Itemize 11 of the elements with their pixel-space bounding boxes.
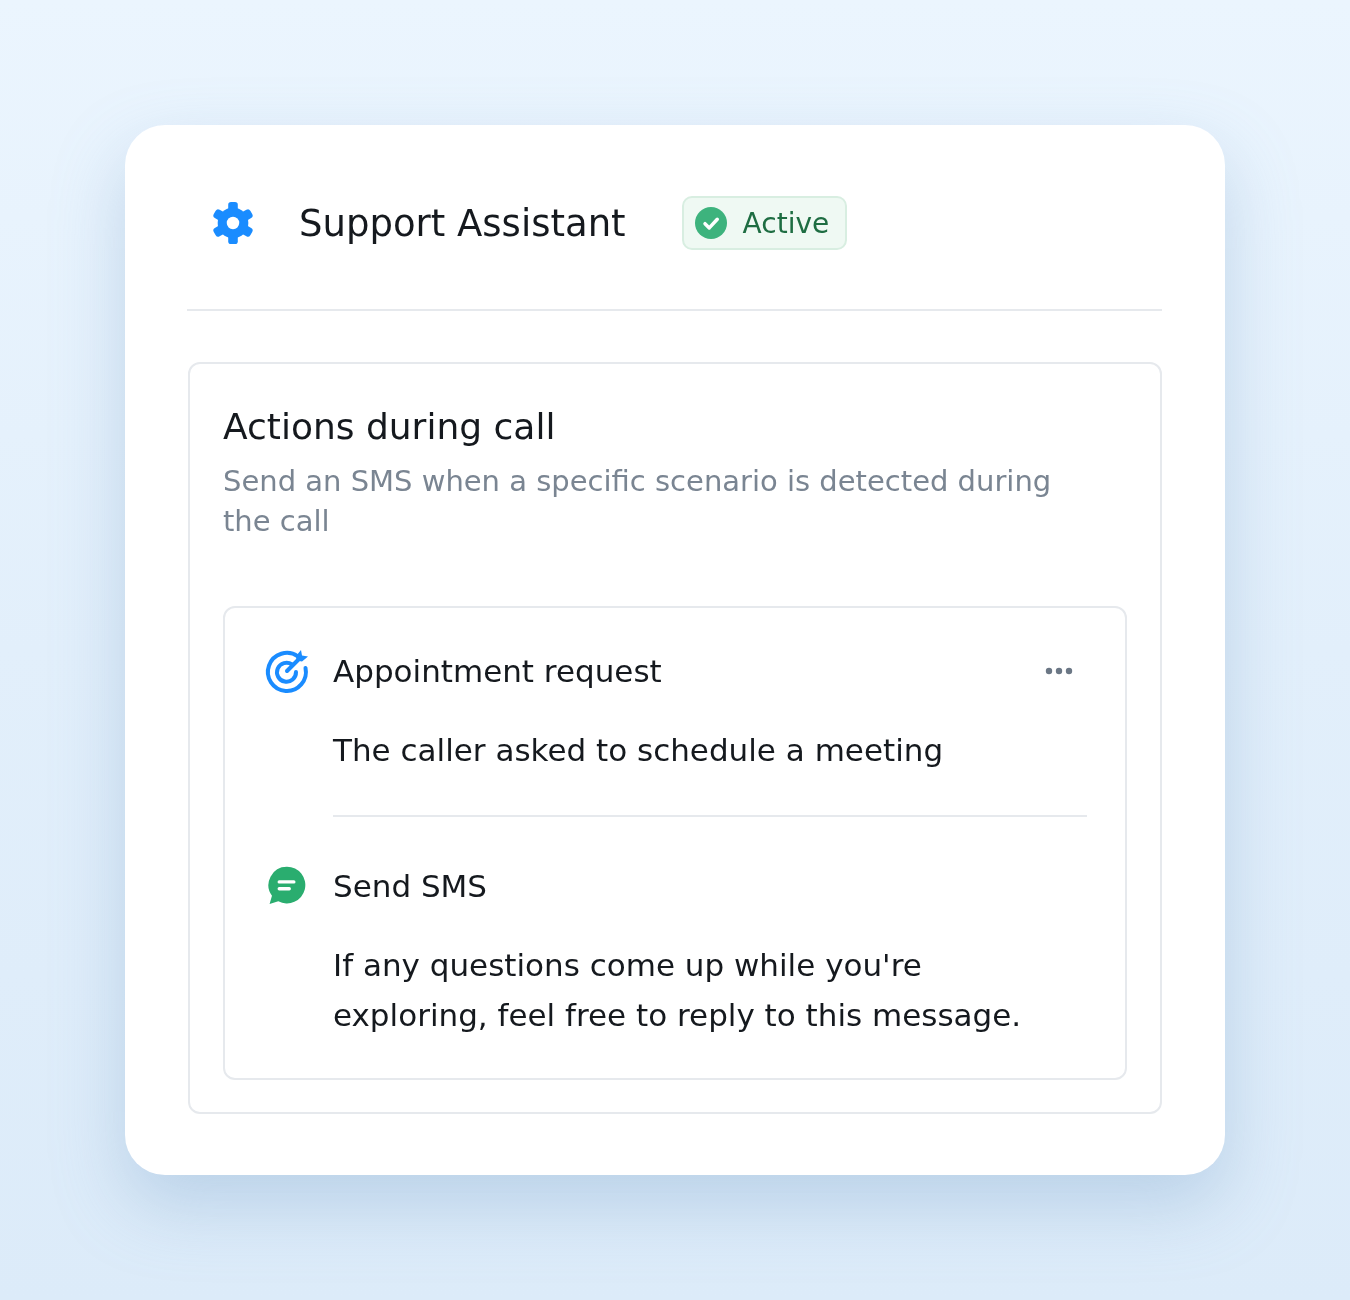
trigger-description: The caller asked to schedule a meeting xyxy=(333,731,945,770)
section-title: Actions during call xyxy=(223,405,557,449)
sms-message: If any questions come up while you're exploring, feel free to reply to this message. xyxy=(333,946,1023,1035)
check-circle-icon xyxy=(694,207,727,239)
section-description: Send an SMS when a specific scenario is detected during the call xyxy=(223,463,1053,540)
step-title: Appointment request xyxy=(333,653,662,689)
assistant-name: Support Assistant xyxy=(299,201,626,245)
status-badge: Active xyxy=(681,196,848,250)
more-icon xyxy=(1045,667,1073,675)
gear-icon xyxy=(210,200,256,246)
step-title: Send SMS xyxy=(333,868,488,904)
